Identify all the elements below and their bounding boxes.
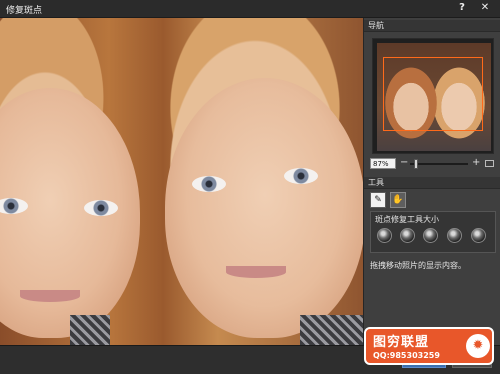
navigator-header: 导航 <box>364 20 500 32</box>
zoom-out-button[interactable]: − <box>400 157 408 168</box>
flame-icon: ✹ <box>466 334 490 358</box>
watermark-logo: 图穷联盟 QQ:985303259 ✹ <box>364 327 494 365</box>
hand-tool-icon[interactable]: ✋ <box>390 192 406 208</box>
tools-header: 工具 <box>364 177 500 189</box>
tool-hint: 拖拽移动照片的显示内容。 <box>370 261 466 270</box>
fit-screen-icon[interactable] <box>485 160 494 167</box>
brush-size-option[interactable] <box>471 228 486 243</box>
watermark-name: 图穷联盟 <box>373 335 430 350</box>
window-title: 修复斑点 <box>6 6 43 16</box>
help-button[interactable]: ? <box>455 2 469 16</box>
brush-size-group: 斑点修复工具大小 <box>370 211 496 253</box>
zoom-controls: 87% − + <box>368 157 498 171</box>
spot-heal-brush-icon[interactable]: ✎ <box>370 192 386 208</box>
close-button[interactable]: ✕ <box>478 2 492 16</box>
photo-canvas[interactable] <box>0 18 363 345</box>
right-face <box>165 78 363 338</box>
brush-size-option[interactable] <box>447 228 462 243</box>
right-shirt <box>300 315 363 345</box>
left-face-eye <box>84 200 118 216</box>
right-face-mouth <box>226 266 286 278</box>
brush-size-option[interactable] <box>377 228 392 243</box>
right-panel: 导航 87% − + 工具 ✎ ✋ 斑点修复工具大小 拖拽移动照片的显示内容。 <box>363 18 500 345</box>
navigator-thumbnail[interactable] <box>372 38 494 154</box>
left-shirt <box>70 315 110 345</box>
right-face-eye <box>284 168 318 184</box>
zoom-input[interactable]: 87% <box>370 158 396 169</box>
zoom-slider-track[interactable] <box>410 163 468 165</box>
navigator-viewbox[interactable] <box>383 57 483 131</box>
brush-size-option[interactable] <box>423 228 438 243</box>
left-face-mouth <box>20 290 80 302</box>
brush-size-label: 斑点修复工具大小 <box>375 215 439 224</box>
zoom-slider-handle[interactable] <box>414 159 418 169</box>
title-bar: 修复斑点 ? ✕ <box>0 0 500 18</box>
right-face-eye <box>192 176 226 192</box>
zoom-in-button[interactable]: + <box>472 157 480 168</box>
watermark-qq: QQ:985303259 <box>373 351 440 360</box>
brush-size-option[interactable] <box>400 228 415 243</box>
